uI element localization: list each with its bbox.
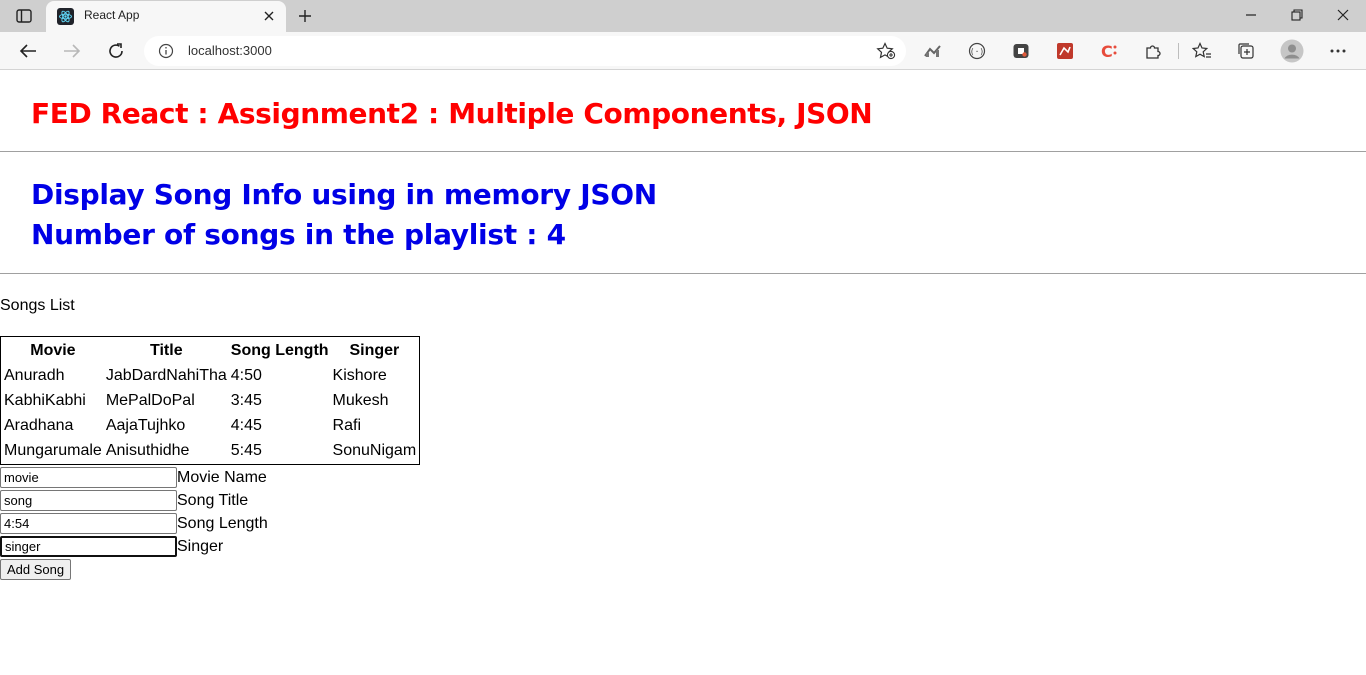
song-title-label: Song Title	[177, 491, 249, 509]
browser-tab[interactable]: React App	[46, 1, 286, 32]
songs-table: Movie Title Song Length Singer Anuradh J…	[0, 336, 421, 465]
plus-icon[interactable]	[294, 6, 316, 26]
react-icon	[57, 8, 74, 25]
singer-input[interactable]	[0, 536, 177, 557]
paint-extension-icon[interactable]	[1054, 40, 1076, 62]
window-close-icon[interactable]	[1328, 4, 1358, 26]
song-length-row: Song Length	[0, 513, 268, 534]
cell-movie: Aradhana	[4, 416, 74, 434]
column-header: Singer	[349, 341, 400, 359]
refresh-icon[interactable]	[104, 39, 128, 63]
table-row: Mungarumale Anisuthidhe 5:45 SonuNigam	[3, 439, 417, 462]
restore-icon[interactable]	[1282, 4, 1312, 26]
song-length-input[interactable]	[0, 513, 177, 534]
favorites-icon[interactable]	[1191, 40, 1213, 62]
cell-singer: Kishore	[332, 366, 387, 384]
back-arrow-icon[interactable]	[16, 39, 40, 63]
collections-icon[interactable]	[1235, 40, 1257, 62]
table-row: KabhiKabhi MePalDoPal 3:45 Mukesh	[3, 389, 417, 412]
analytics-extension-icon[interactable]	[922, 40, 944, 62]
tab-title: React App	[84, 8, 140, 22]
song-title-row: Song Title	[0, 490, 248, 511]
media-extension-icon[interactable]	[1010, 40, 1032, 62]
cell-title: JabDardNahiTha	[105, 366, 227, 384]
cell-title: AajaTujhko	[105, 416, 186, 434]
cell-title: Anisuthidhe	[105, 441, 190, 459]
browser-toolbar: localhost:3000 (·) C	[0, 32, 1366, 70]
singer-label: Singer	[177, 537, 224, 555]
browser-tabstrip: React App	[0, 0, 1366, 32]
cell-movie: Anuradh	[4, 366, 65, 384]
singer-row: Singer	[0, 536, 223, 557]
star-plus-icon[interactable]	[876, 42, 896, 60]
puzzle-icon[interactable]	[1142, 40, 1164, 62]
table-row: Aradhana AajaTujhko 4:45 Rafi	[3, 414, 417, 437]
horizontal-rule	[0, 151, 1366, 152]
url-text[interactable]: localhost:3000	[188, 43, 272, 58]
cell-movie: KabhiKabhi	[4, 391, 86, 409]
songs-list-label: Songs List	[0, 297, 75, 314]
svg-text:C: C	[1101, 42, 1113, 60]
page-content: FED React : Assignment2 : Multiple Compo…	[0, 71, 1366, 675]
cell-length: 4:45	[230, 416, 262, 434]
cell-length: 3:45	[230, 391, 262, 409]
movie-name-label: Movie Name	[177, 468, 267, 486]
more-icon[interactable]	[1327, 40, 1349, 62]
cell-singer: SonuNigam	[332, 441, 417, 459]
column-header: Title	[150, 341, 183, 359]
code-extension-icon[interactable]: (·)	[966, 40, 988, 62]
c-extension-icon[interactable]: C	[1098, 40, 1120, 62]
cell-singer: Mukesh	[332, 391, 389, 409]
horizontal-rule	[0, 273, 1366, 274]
page-title: FED React : Assignment2 : Multiple Compo…	[31, 97, 873, 130]
close-icon[interactable]	[260, 7, 278, 25]
toolbar-divider	[1178, 43, 1179, 59]
profile-icon[interactable]	[1280, 39, 1304, 63]
song-length-label: Song Length	[177, 514, 268, 532]
tab-actions-icon[interactable]	[10, 7, 38, 25]
table-row: Anuradh JabDardNahiTha 4:50 Kishore	[3, 364, 417, 387]
address-bar[interactable]: localhost:3000	[144, 36, 906, 66]
minimize-icon[interactable]	[1236, 4, 1266, 26]
cell-title: MePalDoPal	[105, 391, 195, 409]
table-header-row: Movie Title Song Length Singer	[3, 339, 417, 362]
cell-singer: Rafi	[332, 416, 361, 434]
subtitle-display-info: Display Song Info using in memory JSON	[31, 178, 657, 211]
forward-arrow-icon[interactable]	[60, 39, 84, 63]
song-title-input[interactable]	[0, 490, 177, 511]
info-icon[interactable]	[158, 43, 174, 59]
cell-movie: Mungarumale	[4, 441, 102, 459]
column-header: Movie	[30, 341, 76, 359]
column-header: Song Length	[230, 341, 329, 359]
add-song-button[interactable]: Add Song	[0, 559, 72, 580]
subtitle-song-count: Number of songs in the playlist : 4	[31, 218, 566, 251]
movie-name-row: Movie Name	[0, 467, 267, 488]
cell-length: 4:50	[230, 366, 262, 384]
cell-length: 5:45	[230, 441, 262, 459]
movie-name-input[interactable]	[0, 467, 177, 488]
svg-text:(·): (·)	[970, 47, 984, 56]
